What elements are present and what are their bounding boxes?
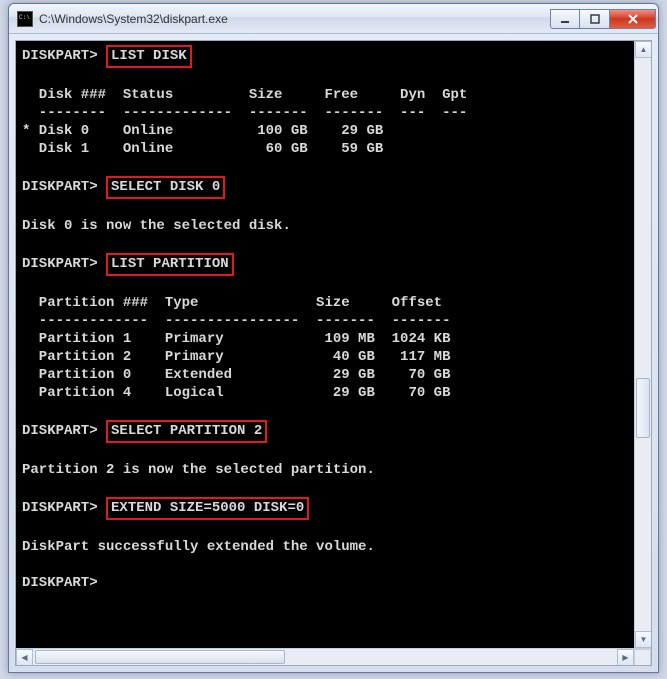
horizontal-scrollbar[interactable]: ◀ ▶ xyxy=(16,648,651,665)
cmd-select-disk: SELECT DISK 0 xyxy=(106,176,225,199)
cmd-list-disk: LIST DISK xyxy=(106,45,192,68)
scroll-up-button[interactable]: ▲ xyxy=(635,41,651,58)
maximize-button[interactable] xyxy=(580,9,610,29)
msg-extend-success: DiskPart successfully extended the volum… xyxy=(22,539,375,555)
partition-row-3: Partition 4 Logical 29 GB 70 GB xyxy=(22,385,450,401)
vertical-scroll-thumb[interactable] xyxy=(636,378,650,438)
disk-row-0: * Disk 0 Online 100 GB 29 GB xyxy=(22,123,383,139)
horizontal-scroll-thumb[interactable] xyxy=(35,650,285,664)
prompt: DISKPART> xyxy=(22,575,98,591)
horizontal-scroll-track[interactable] xyxy=(33,649,617,665)
disk-table-separator: -------- ------------- ------- ------- -… xyxy=(22,105,467,121)
vertical-scroll-track[interactable] xyxy=(635,58,651,631)
partition-row-0: Partition 1 Primary 109 MB 1024 KB xyxy=(22,331,450,347)
cmd-select-partition: SELECT PARTITION 2 xyxy=(106,420,267,443)
prompt: DISKPART> xyxy=(22,423,98,439)
app-window: C:\Windows\System32\diskpart.exe DISKPAR… xyxy=(8,3,659,673)
resize-grip[interactable] xyxy=(634,649,651,666)
cmd-extend: EXTEND SIZE=5000 DISK=0 xyxy=(106,497,309,520)
prompt: DISKPART> xyxy=(22,179,98,195)
vertical-scrollbar[interactable]: ▲ ▼ xyxy=(634,41,651,648)
prompt: DISKPART> xyxy=(22,256,98,272)
minimize-button[interactable] xyxy=(550,9,580,29)
msg-partition-selected: Partition 2 is now the selected partitio… xyxy=(22,462,375,478)
cmd-list-partition: LIST PARTITION xyxy=(106,253,234,276)
scroll-down-button[interactable]: ▼ xyxy=(635,631,651,648)
partition-table-separator: ------------- ---------------- ------- -… xyxy=(22,313,450,329)
scroll-left-button[interactable]: ◀ xyxy=(16,649,33,666)
prompt: DISKPART> xyxy=(22,48,98,64)
content-frame: DISKPART> LIST DISK Disk ### Status Size… xyxy=(15,40,652,666)
minimize-icon xyxy=(560,14,570,24)
scroll-right-button[interactable]: ▶ xyxy=(617,649,634,666)
app-icon xyxy=(17,11,33,27)
prompt: DISKPART> xyxy=(22,500,98,516)
maximize-icon xyxy=(590,14,600,24)
titlebar[interactable]: C:\Windows\System32\diskpart.exe xyxy=(9,4,658,34)
window-controls xyxy=(550,9,656,29)
close-icon xyxy=(627,14,639,24)
msg-disk-selected: Disk 0 is now the selected disk. xyxy=(22,218,291,234)
partition-row-1: Partition 2 Primary 40 GB 117 MB xyxy=(22,349,450,365)
partition-row-2: Partition 0 Extended 29 GB 70 GB xyxy=(22,367,450,383)
close-button[interactable] xyxy=(610,9,656,29)
disk-row-1: Disk 1 Online 60 GB 59 GB xyxy=(22,141,383,157)
disk-table-header: Disk ### Status Size Free Dyn Gpt xyxy=(22,87,467,103)
terminal-output[interactable]: DISKPART> LIST DISK Disk ### Status Size… xyxy=(16,41,634,648)
window-title: C:\Windows\System32\diskpart.exe xyxy=(39,12,550,26)
partition-table-header: Partition ### Type Size Offset xyxy=(22,295,442,311)
